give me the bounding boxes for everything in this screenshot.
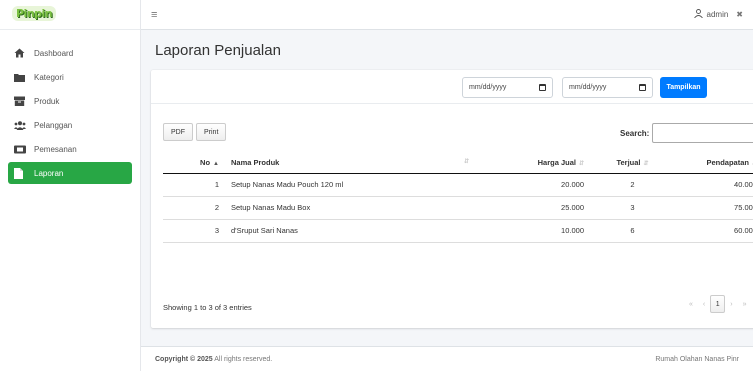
table-row: 2 Setup Nanas Madu Box 25.000 3 75.000	[163, 196, 753, 220]
cell-product-name: Setup Nanas Madu Pouch 120 ml	[225, 173, 475, 197]
pagination: « ‹ 1 › »	[684, 295, 752, 313]
calendar-icon[interactable]	[639, 84, 646, 91]
cell-revenue: 60.000	[675, 219, 753, 243]
sidebar-item-label: Laporan	[34, 168, 64, 178]
sidebar-item-produk[interactable]: Produk	[8, 90, 132, 112]
sort-icon: ⇵	[643, 160, 649, 167]
sidebar-item-pemesanan[interactable]: Pemesanan	[8, 138, 132, 160]
table-info: Showing 1 to 3 of 3 entries	[163, 303, 252, 312]
date-from-input[interactable]: mm/dd/yyyy	[462, 77, 553, 98]
calendar-icon[interactable]	[539, 84, 546, 91]
cell-product-name: d'Sruput Sari Nanas	[225, 219, 475, 243]
users-icon	[14, 120, 28, 130]
export-buttons: PDF Print	[163, 123, 229, 141]
top-navbar: ≡ admin ✖	[141, 0, 753, 30]
sidebar-item-pelanggan[interactable]: Pelanggan	[8, 114, 132, 136]
pdf-button[interactable]: PDF	[163, 123, 193, 141]
folder-icon	[14, 73, 28, 82]
sidebar-item-label: Dashboard	[34, 48, 74, 58]
prev-page-button[interactable]: ‹	[703, 301, 705, 308]
table-header-row: No ▲ Nama Produk ⇵ Harga Jual ⇵ Terjual ⇵ Pe…	[163, 152, 753, 174]
brand: Pinpin	[0, 0, 140, 30]
user-name: admin	[706, 10, 729, 19]
page-title: Laporan Penjualan	[155, 42, 281, 59]
column-header-terjual[interactable]: Terjual ⇵	[590, 152, 675, 174]
sales-report-table: No ▲ Nama Produk ⇵ Harga Jual ⇵ Terjual ⇵ Pe…	[163, 152, 753, 243]
cell-price: 10.000	[475, 219, 590, 243]
menu-toggle-icon[interactable]: ≡	[151, 9, 157, 21]
cell-sold: 6	[590, 219, 675, 243]
cell-no: 2	[163, 196, 225, 220]
sidebar-nav: Dashboard Kategori Produk Pelanggan Peme…	[0, 30, 140, 184]
home-icon	[14, 48, 28, 58]
sidebar-item-kategori[interactable]: Kategori	[8, 66, 132, 88]
show-report-button[interactable]: Tampilkan	[660, 77, 707, 98]
cell-no: 1	[163, 173, 225, 197]
cell-revenue: 40.000	[675, 173, 753, 197]
user-icon	[693, 9, 703, 20]
report-card: mm/dd/yyyy mm/dd/yyyy Tampilkan PDF Prin…	[151, 70, 753, 328]
date-to-input[interactable]: mm/dd/yyyy	[562, 77, 653, 98]
table-row: 3 d'Sruput Sari Nanas 10.000 6 60.000	[163, 219, 753, 243]
column-header-harga-jual[interactable]: Harga Jual ⇵	[475, 152, 590, 174]
footer: Copyright © 2025 All rights reserved. Ru…	[141, 346, 753, 371]
first-page-button[interactable]: «	[689, 301, 693, 308]
filter-bar: mm/dd/yyyy mm/dd/yyyy Tampilkan	[151, 70, 753, 104]
print-button[interactable]: Print	[196, 123, 227, 141]
cart-icon	[14, 145, 28, 154]
sidebar-item-label: Produk	[34, 96, 60, 106]
fullscreen-icon[interactable]: ✖	[736, 10, 743, 19]
sidebar: Pinpin Dashboard Kategori Produk Pelangg…	[0, 0, 141, 371]
sidebar-item-laporan[interactable]: Laporan	[8, 162, 132, 184]
column-header-no[interactable]: No ▲	[163, 152, 225, 174]
footer-copyright: Copyright © 2025 All rights reserved.	[155, 355, 273, 363]
column-header-pendapatan[interactable]: Pendapatan⇵	[675, 152, 753, 174]
search-label: Search:	[620, 128, 650, 138]
footer-company: Rumah Olahan Nanas Pinr	[655, 355, 739, 363]
page-button-current[interactable]: 1	[710, 295, 726, 313]
table-search: Search:	[620, 123, 753, 143]
sort-asc-icon: ▲	[213, 160, 219, 167]
column-header-nama-produk[interactable]: Nama Produk ⇵	[225, 152, 475, 174]
box-icon	[14, 96, 28, 106]
sort-icon: ⇵	[463, 158, 469, 165]
cell-revenue: 75.000	[675, 196, 753, 220]
sidebar-item-label: Kategori	[34, 72, 64, 82]
cell-sold: 3	[590, 196, 675, 220]
cell-price: 25.000	[475, 196, 590, 220]
main-content: Laporan Penjualan mm/dd/yyyy mm/dd/yyyy …	[141, 30, 753, 346]
user-menu[interactable]: admin ✖	[693, 9, 743, 20]
sidebar-item-dashboard[interactable]: Dashboard	[8, 42, 132, 64]
sort-icon: ⇵	[578, 160, 584, 167]
search-input[interactable]	[652, 123, 753, 143]
file-icon	[14, 167, 28, 179]
cell-product-name: Setup Nanas Madu Box	[225, 196, 475, 220]
cell-sold: 2	[590, 173, 675, 197]
sidebar-item-label: Pemesanan	[34, 144, 77, 154]
table-row: 1 Setup Nanas Madu Pouch 120 ml 20.000 2…	[163, 173, 753, 197]
brand-logo[interactable]: Pinpin	[12, 6, 57, 21]
last-page-button[interactable]: »	[743, 301, 747, 308]
next-page-button[interactable]: ›	[730, 301, 732, 308]
sidebar-item-label: Pelanggan	[34, 120, 73, 130]
cell-no: 3	[163, 219, 225, 243]
cell-price: 20.000	[475, 173, 590, 197]
